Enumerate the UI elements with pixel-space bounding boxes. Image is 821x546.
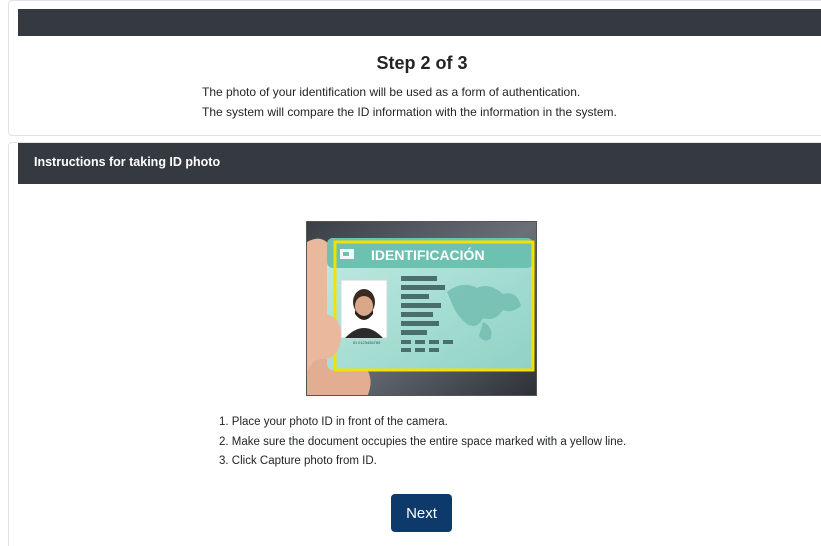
step-card: Step 2 of 3 The photo of your identifica… (8, 0, 821, 136)
page: Step 2 of 3 The photo of your identifica… (0, 0, 821, 546)
step-title: Step 2 of 3 (376, 53, 468, 73)
id-card-number-text: ID 0123456789 (353, 340, 381, 345)
id-card-example-image: IDENTIFICACIÓN ID 0123456789 (306, 221, 537, 396)
instruction-step-1: 1. Place your photo ID in front of the c… (219, 416, 448, 428)
instructions-card: Instructions for taking ID photo IDENTIF… (8, 142, 821, 546)
next-button[interactable]: Next (391, 494, 452, 532)
header-bar (18, 9, 821, 36)
instruction-step-2: 2. Make sure the document occupies the e… (219, 435, 627, 448)
instruction-step-3: 3. Click Capture photo from ID. (219, 455, 377, 467)
step-description-line-2: The system will compare the ID informati… (202, 105, 617, 119)
id-card-title-text: IDENTIFICACIÓN (371, 246, 485, 263)
instructions-list: 1. Place your photo ID in front of the c… (219, 413, 626, 472)
step-description-line-1: The photo of your identification will be… (202, 85, 581, 99)
instructions-header: Instructions for taking ID photo (18, 143, 821, 184)
